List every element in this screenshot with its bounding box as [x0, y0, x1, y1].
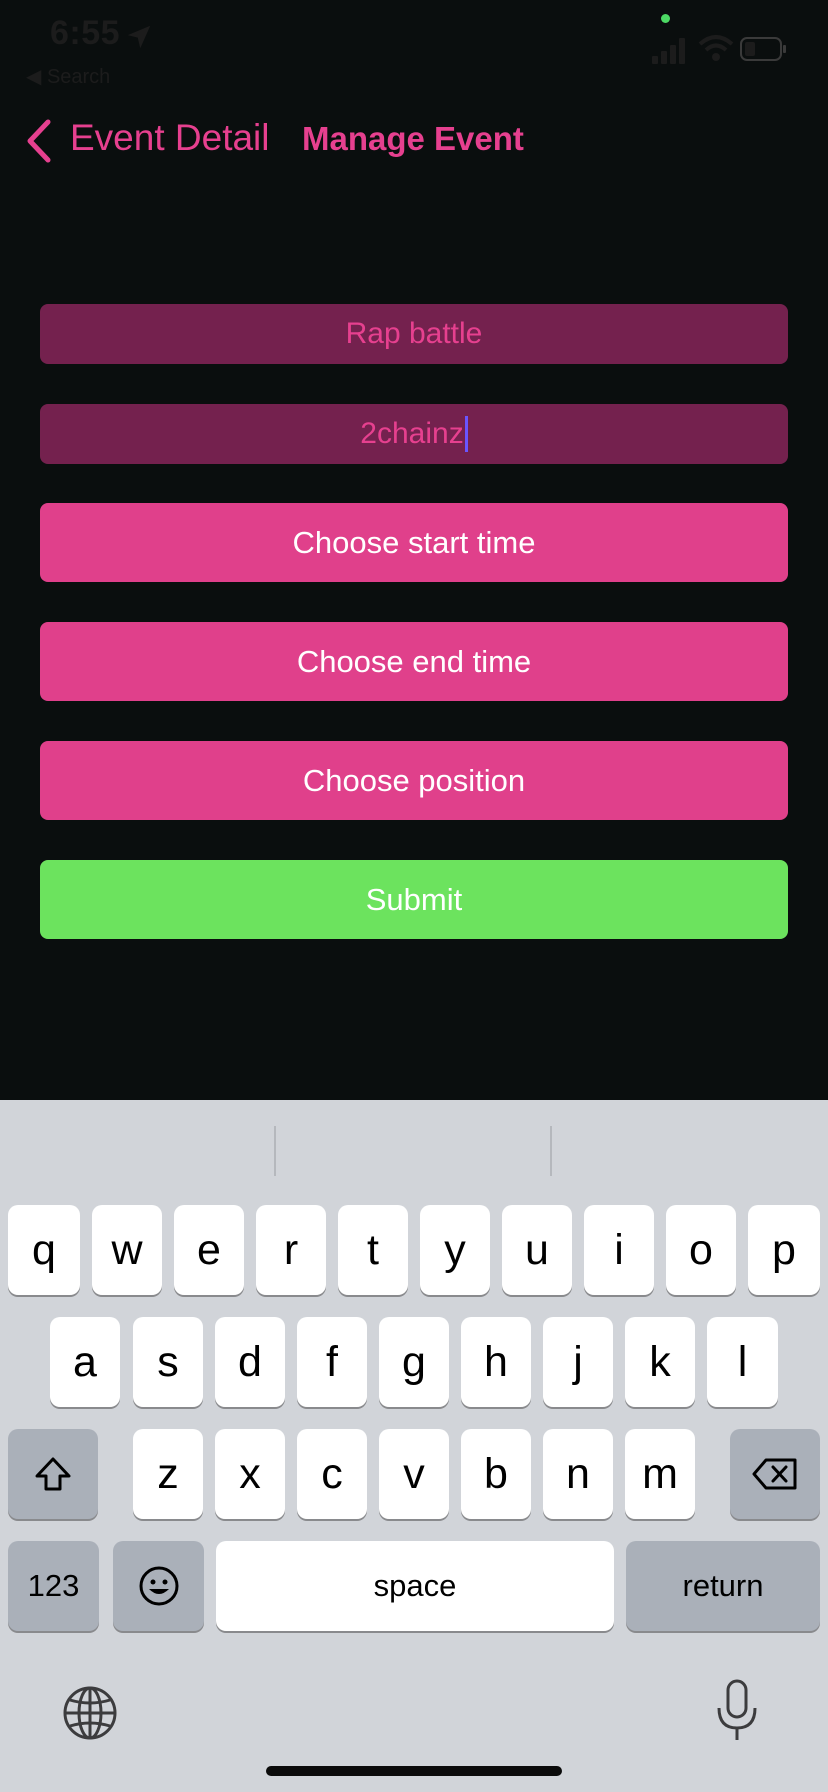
numbers-key[interactable]: 123 [8, 1541, 99, 1631]
key-j[interactable]: j [543, 1317, 613, 1407]
key-i[interactable]: i [584, 1205, 654, 1295]
choose-start-time-button[interactable]: Choose start time [40, 503, 788, 582]
submit-button[interactable]: Submit [40, 860, 788, 939]
shift-icon [35, 1457, 71, 1491]
key-h[interactable]: h [461, 1317, 531, 1407]
space-key[interactable]: space [216, 1541, 614, 1631]
key-w[interactable]: w [92, 1205, 162, 1295]
page-title: Manage Event [302, 120, 524, 157]
emoji-key[interactable] [113, 1541, 204, 1631]
nav-back-button[interactable]: Event Detail [70, 117, 270, 159]
choose-end-time-button[interactable]: Choose end time [40, 622, 788, 701]
key-n[interactable]: n [543, 1429, 613, 1519]
key-l[interactable]: l [707, 1317, 778, 1407]
key-d[interactable]: d [215, 1317, 285, 1407]
key-y[interactable]: y [420, 1205, 490, 1295]
event-name-field[interactable]: Rap battle [40, 304, 788, 364]
key-s[interactable]: s [133, 1317, 203, 1407]
microphone-icon[interactable] [712, 1678, 762, 1744]
keyboard: q w e r t y u i o p a s d f g h j k l z … [0, 1100, 828, 1792]
key-k[interactable]: k [625, 1317, 695, 1407]
backspace-key[interactable] [730, 1429, 820, 1519]
home-indicator [266, 1766, 562, 1776]
key-o[interactable]: o [666, 1205, 736, 1295]
globe-icon[interactable] [62, 1685, 118, 1741]
key-q[interactable]: q [8, 1205, 80, 1295]
key-r[interactable]: r [256, 1205, 326, 1295]
chevron-left-icon[interactable] [24, 118, 54, 164]
key-c[interactable]: c [297, 1429, 367, 1519]
key-p[interactable]: p [748, 1205, 820, 1295]
location-arrow-icon [127, 25, 151, 49]
backspace-icon [752, 1458, 797, 1490]
key-b[interactable]: b [461, 1429, 531, 1519]
key-a[interactable]: a [50, 1317, 120, 1407]
artist-value: 2chainz [360, 417, 464, 450]
key-x[interactable]: x [215, 1429, 285, 1519]
battery-icon [740, 37, 786, 61]
key-e[interactable]: e [174, 1205, 244, 1295]
emoji-icon [139, 1566, 178, 1606]
key-u[interactable]: u [502, 1205, 572, 1295]
suggestion-divider [274, 1126, 276, 1176]
signal-icon [652, 38, 685, 64]
suggestion-divider [550, 1126, 552, 1176]
key-m[interactable]: m [625, 1429, 695, 1519]
back-to-search-link[interactable]: ◀ Search [26, 64, 110, 89]
privacy-indicator [661, 14, 670, 23]
artist-field[interactable]: 2chainz [40, 404, 788, 464]
return-key[interactable]: return [626, 1541, 820, 1631]
key-z[interactable]: z [133, 1429, 203, 1519]
key-g[interactable]: g [379, 1317, 449, 1407]
choose-position-button[interactable]: Choose position [40, 741, 788, 820]
key-f[interactable]: f [297, 1317, 367, 1407]
status-time: 6:55 [50, 14, 121, 52]
event-name-value: Rap battle [345, 317, 483, 350]
text-caret [464, 416, 468, 452]
key-v[interactable]: v [379, 1429, 449, 1519]
shift-key[interactable] [8, 1429, 98, 1519]
key-t[interactable]: t [338, 1205, 408, 1295]
wifi-icon [698, 35, 734, 61]
